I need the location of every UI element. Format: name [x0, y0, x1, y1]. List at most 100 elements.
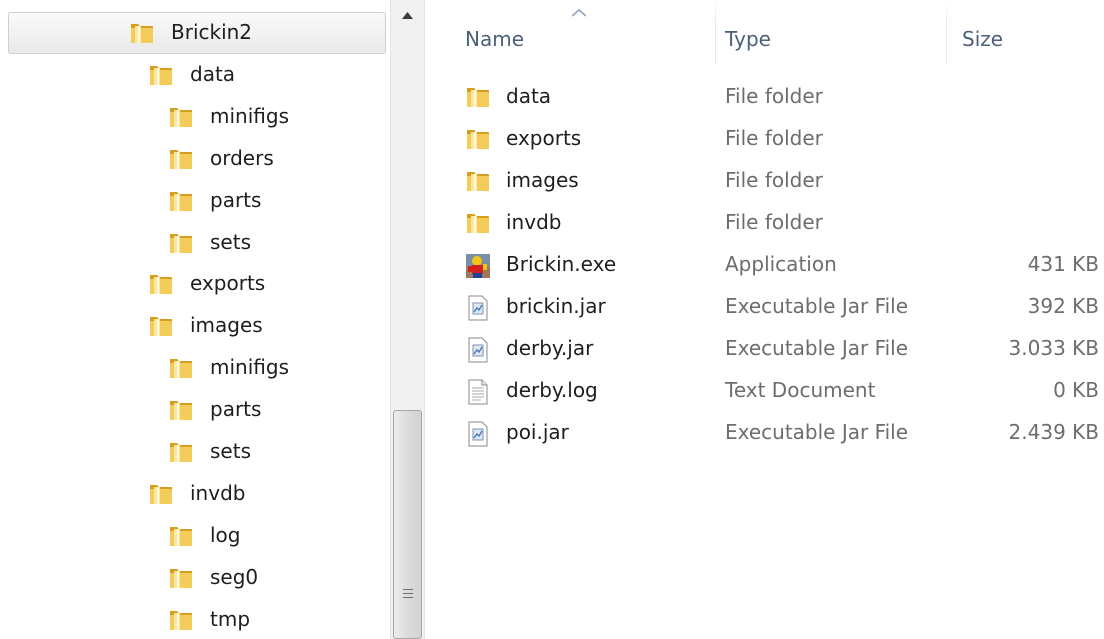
tree-item-label: tmp — [210, 606, 251, 631]
file-type: File folder — [725, 126, 823, 150]
file-row[interactable]: poi.jar Executable Jar File 2.439 KB — [425, 412, 1104, 454]
folder-icon — [465, 85, 491, 111]
tree-item[interactable]: sets — [0, 223, 390, 263]
application-icon — [465, 253, 491, 279]
explorer-window: Brickin2 data minifigs orders parts sets expor… — [0, 0, 1104, 639]
file-size: 431 KB — [1027, 252, 1099, 276]
tree-item[interactable]: data — [0, 55, 390, 95]
folder-icon — [148, 314, 174, 338]
tree-item[interactable]: parts — [0, 390, 390, 430]
file-name: derby.jar — [506, 336, 594, 360]
tree-item-label: log — [210, 522, 241, 547]
folder-icon — [465, 127, 491, 153]
tree-item-label: sets — [210, 439, 251, 463]
folder-icon — [168, 147, 194, 171]
jar-file-icon — [465, 295, 491, 321]
folder-icon — [168, 440, 194, 464]
scroll-up-button[interactable] — [391, 0, 424, 32]
column-header-type-label: Type — [725, 27, 771, 51]
navigation-tree[interactable]: Brickin2 data minifigs orders parts sets expor… — [0, 0, 390, 639]
file-size: 0 KB — [1053, 378, 1099, 402]
text-document-icon — [465, 379, 491, 405]
tree-item[interactable]: Brickin2 — [8, 12, 386, 54]
sort-ascending-icon — [572, 9, 586, 17]
folder-icon — [129, 21, 155, 45]
folder-icon — [168, 566, 194, 590]
folder-icon — [168, 231, 194, 255]
folder-icon — [148, 63, 174, 87]
file-type: Executable Jar File — [725, 294, 909, 318]
folder-icon — [148, 272, 174, 296]
file-row[interactable]: Brickin.exe Application 431 KB — [425, 244, 1104, 286]
file-type: Application — [725, 252, 837, 276]
nav-scrollbar[interactable] — [390, 0, 425, 639]
tree-item-label: exports — [190, 271, 266, 296]
tree-item[interactable]: images — [0, 306, 390, 346]
tree-item[interactable]: sets — [0, 432, 390, 472]
arrow-up-icon — [402, 12, 413, 19]
file-type: File folder — [725, 210, 823, 234]
column-header-size[interactable]: Size — [947, 0, 1104, 72]
folder-icon — [168, 608, 194, 632]
file-list[interactable]: Name Type Size data File folder exports Fil… — [425, 0, 1104, 639]
file-name: derby.log — [506, 378, 598, 402]
column-header-name-label: Name — [465, 27, 525, 51]
file-type: File folder — [725, 168, 823, 192]
jar-file-icon — [465, 337, 491, 363]
file-name: brickin.jar — [506, 294, 606, 318]
column-header-size-label: Size — [962, 27, 1004, 51]
column-header-name[interactable]: Name — [425, 0, 715, 72]
folder-icon — [168, 105, 194, 129]
tree-item[interactable]: invdb — [0, 474, 390, 514]
column-header-type[interactable]: Type — [716, 0, 946, 72]
tree-item-label: minifigs — [210, 355, 289, 380]
tree-item[interactable]: parts — [0, 181, 390, 221]
folder-icon — [168, 398, 194, 422]
jar-file-icon — [465, 421, 491, 447]
tree-item[interactable]: exports — [0, 264, 390, 304]
tree-item-label: parts — [210, 187, 262, 212]
file-size: 2.439 KB — [1008, 420, 1099, 444]
folder-icon — [465, 169, 491, 195]
folder-icon — [148, 482, 174, 506]
file-name: data — [506, 84, 552, 108]
tree-item[interactable]: orders — [0, 139, 390, 179]
file-row[interactable]: exports File folder — [425, 118, 1104, 160]
grip-icon — [403, 589, 413, 599]
file-row[interactable]: derby.log Text Document 0 KB — [425, 370, 1104, 412]
tree-item[interactable]: seg0 — [0, 558, 390, 598]
scroll-thumb[interactable] — [393, 410, 422, 639]
tree-item[interactable]: minifigs — [0, 97, 390, 137]
file-name: invdb — [506, 210, 562, 234]
file-type: Executable Jar File — [725, 420, 909, 444]
tree-item-label: data — [190, 61, 236, 86]
file-row[interactable]: derby.jar Executable Jar File 3.033 KB — [425, 328, 1104, 370]
tree-item-label: parts — [210, 397, 262, 422]
folder-icon — [168, 356, 194, 380]
file-type: Text Document — [725, 378, 876, 402]
folder-icon — [168, 524, 194, 548]
file-size: 392 KB — [1027, 294, 1099, 318]
folder-icon — [168, 189, 194, 213]
file-row[interactable]: invdb File folder — [425, 202, 1104, 244]
file-name: poi.jar — [506, 420, 569, 444]
tree-item-label: Brickin2 — [171, 20, 253, 44]
file-type: File folder — [725, 84, 823, 108]
file-name: exports — [506, 126, 582, 150]
tree-item-label: images — [190, 313, 263, 338]
file-row[interactable]: brickin.jar Executable Jar File 392 KB — [425, 286, 1104, 328]
file-name: images — [506, 168, 579, 192]
file-type: Executable Jar File — [725, 336, 909, 360]
tree-item[interactable]: tmp — [0, 600, 390, 639]
tree-item[interactable]: minifigs — [0, 348, 390, 388]
file-row[interactable]: data File folder — [425, 76, 1104, 118]
tree-item-label: invdb — [190, 480, 246, 505]
file-name: Brickin.exe — [506, 252, 617, 276]
tree-item-label: seg0 — [210, 564, 259, 589]
folder-icon — [465, 211, 491, 237]
file-size: 3.033 KB — [1008, 336, 1099, 360]
tree-item[interactable]: log — [0, 516, 390, 556]
file-row[interactable]: images File folder — [425, 160, 1104, 202]
tree-item-label: orders — [210, 145, 274, 170]
tree-item-label: minifigs — [210, 103, 289, 128]
